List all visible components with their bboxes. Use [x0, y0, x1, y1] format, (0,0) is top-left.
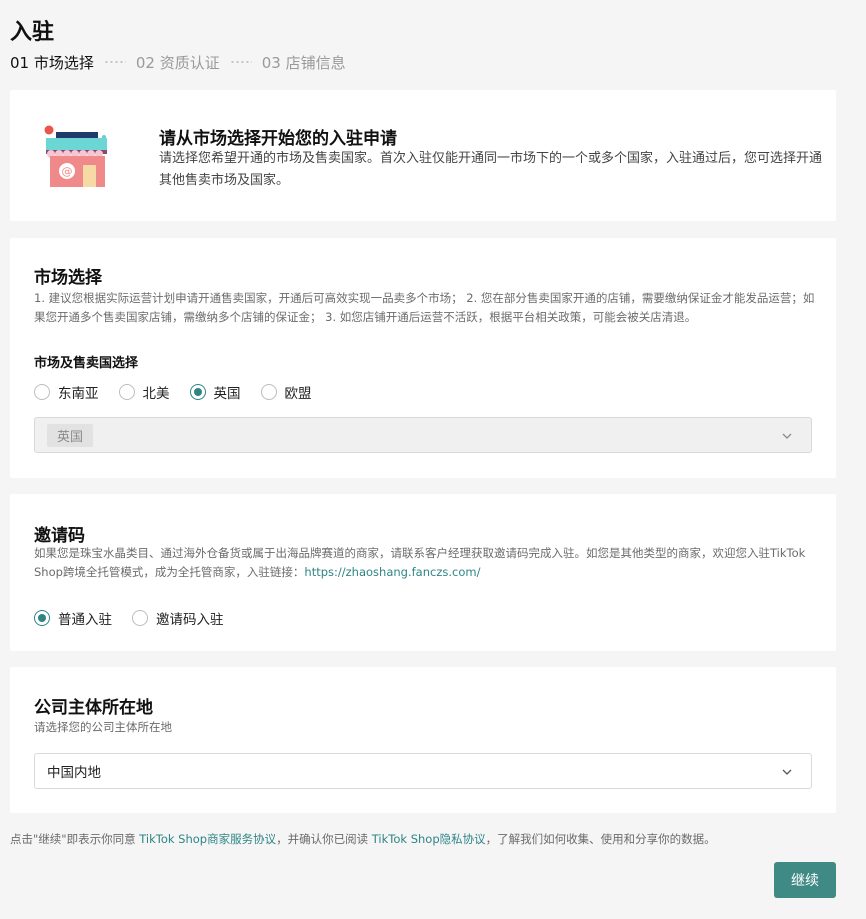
radio-button[interactable] [132, 610, 148, 626]
invite-card: 邀请码 如果您是珠宝水晶类目、通过海外仓备货或属于出海品牌赛道的商家，请联系客户… [10, 494, 836, 651]
agreement-note: 点击"继续"即表示你同意 TikTok Shop商家服务协议，并确认你已阅读 T… [10, 831, 716, 847]
intro-description: 请选择您希望开通的市场及售卖国家。首次入驻仅能开通同一市场下的一个或多个国家，入… [159, 151, 823, 188]
step-3: 03 店铺信息 [261, 53, 346, 72]
radio-option-uk[interactable]: 英国 [189, 382, 241, 402]
step-2: 02 资质认证 [135, 53, 220, 72]
continue-button[interactable]: 继续 [774, 862, 836, 898]
privacy-agreement-link[interactable]: TikTok Shop隐私协议 [372, 832, 486, 846]
service-agreement-link[interactable]: TikTok Shop商家服务协议 [139, 832, 276, 846]
radio-label: 英国 [213, 386, 241, 402]
agreement-text: ，并确认你已阅读 [276, 832, 372, 846]
market-radio-group: 东南亚 北美 英国 欧盟 [34, 382, 332, 402]
step-divider [229, 61, 252, 63]
page-title: 入驻 [10, 20, 55, 45]
market-card: 市场选择 1. 建议您根据实际运营计划申请开通售卖国家，开通后可高效实现一品卖多… [10, 238, 836, 478]
company-location-select[interactable]: 中国内地 [34, 753, 812, 789]
step-1: 01 市场选择 [10, 53, 94, 72]
country-select[interactable]: 英国 [34, 417, 812, 453]
radio-label: 欧盟 [284, 386, 312, 402]
svg-text:@: @ [62, 165, 73, 178]
invite-radio-group: 普通入驻 邀请码入驻 [34, 608, 244, 628]
radio-option-invite-code[interactable]: 邀请码入驻 [132, 608, 224, 628]
radio-option-sea[interactable]: 东南亚 [34, 382, 99, 402]
radio-label: 普通入驻 [58, 612, 112, 628]
radio-button[interactable] [118, 384, 135, 400]
agreement-text: ，了解我们如何收集、使用和分享你的数据。 [485, 832, 716, 846]
chevron-down-icon [782, 433, 792, 439]
company-title: 公司主体所在地 [34, 698, 153, 718]
market-sub-label: 市场及售卖国选择 [34, 356, 139, 371]
invite-description: 如果您是珠宝水晶类目、通过海外仓备货或属于出海品牌赛道的商家，请联系客户经理获取… [34, 544, 816, 582]
shop-icon: @ [44, 125, 107, 187]
company-description: 请选择您的公司主体所在地 [34, 720, 172, 734]
radio-option-normal[interactable]: 普通入驻 [34, 608, 112, 628]
company-location-value: 中国内地 [47, 765, 101, 781]
agreement-text: 点击"继续"即表示你同意 [10, 832, 140, 846]
radio-label: 东南亚 [58, 386, 99, 402]
step-divider [103, 61, 126, 63]
invite-link[interactable]: https://zhaoshang.fanczs.com/ [304, 565, 480, 579]
radio-label: 邀请码入驻 [156, 612, 224, 628]
radio-option-na[interactable]: 北美 [118, 382, 170, 402]
step-indicator: 01 市场选择 02 资质认证 03 店铺信息 [10, 52, 346, 72]
selected-country-tag: 英国 [47, 423, 94, 447]
market-title: 市场选择 [34, 268, 102, 288]
radio-button-checked[interactable] [189, 384, 206, 400]
radio-button-checked[interactable] [34, 610, 50, 626]
company-card: 公司主体所在地 请选择您的公司主体所在地 中国内地 [10, 667, 836, 813]
invite-title: 邀请码 [34, 526, 85, 546]
market-description: 1. 建议您根据实际运营计划申请开通售卖国家，开通后可高效实现一品卖多个市场； … [34, 291, 815, 324]
intro-title: 请从市场选择开始您的入驻申请 [159, 129, 397, 149]
chevron-down-icon [782, 769, 792, 775]
radio-button[interactable] [260, 384, 277, 400]
radio-option-eu[interactable]: 欧盟 [260, 382, 312, 402]
radio-label: 北美 [142, 386, 170, 402]
radio-button[interactable] [34, 384, 50, 400]
intro-card: @ 请从市场选择开始您的入驻申请 请选择您希望开通的市场及售卖国家。首次入驻仅能… [10, 90, 836, 221]
